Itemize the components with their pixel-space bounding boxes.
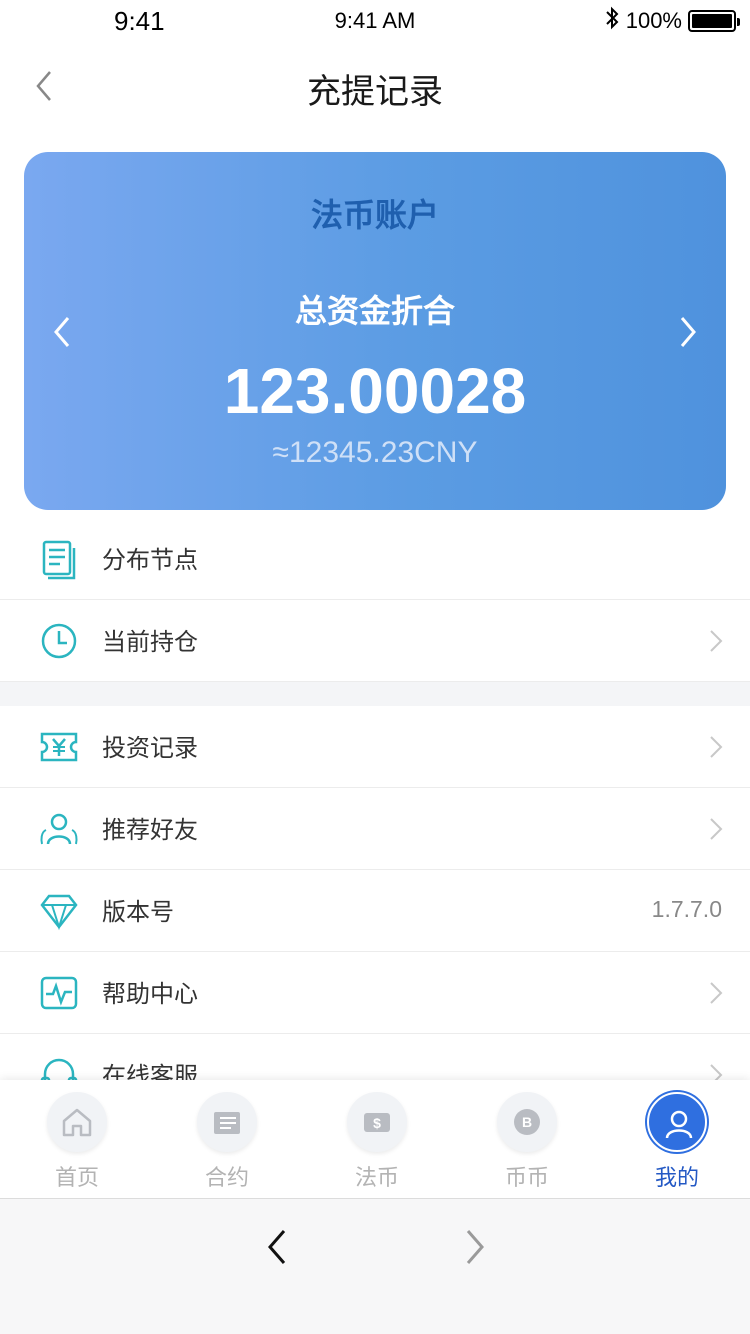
account-card: 法币账户 总资金折合 123.00028 ≈12345.23CNY	[24, 152, 726, 510]
chevron-right-icon	[680, 317, 696, 347]
menu-item-refer-friends[interactable]: 推荐好友	[0, 788, 750, 870]
tab-mine[interactable]: 我的	[602, 1080, 750, 1198]
account-card-title: 法币账户	[310, 196, 439, 234]
browser-forward-button[interactable]	[460, 1227, 490, 1267]
svg-text:B: B	[522, 1114, 532, 1130]
diamond-icon	[40, 894, 78, 931]
home-icon	[62, 1108, 92, 1137]
menu-item-version: 版本号 1.7.7.0	[0, 870, 750, 952]
chevron-right-icon	[710, 982, 723, 1004]
pulse-icon	[40, 976, 78, 1010]
tab-label: 合约	[204, 1166, 249, 1191]
account-card-subtitle: 总资金折合	[294, 292, 455, 330]
bitcoin-icon: B	[514, 1109, 540, 1135]
status-right: 100%	[604, 6, 740, 36]
document-icon	[42, 540, 76, 580]
menu-item-investment-records[interactable]: 投资记录	[0, 706, 750, 788]
menu-item-label: 帮助中心	[102, 980, 198, 1008]
menu-item-current-position[interactable]: 当前持仓	[0, 600, 750, 682]
status-bar: 9:41 9:41 AM 100%	[0, 0, 750, 40]
tab-label: 法币	[354, 1166, 399, 1191]
user-icon	[665, 1110, 693, 1139]
chevron-left-icon	[268, 1230, 286, 1264]
tab-coin[interactable]: B 币币	[452, 1080, 602, 1198]
card-next-button[interactable]	[672, 312, 702, 352]
cny-equivalent: ≈12345.23CNY	[272, 436, 478, 469]
chevron-right-icon	[710, 630, 723, 652]
svg-text:$: $	[373, 1115, 381, 1131]
menu-item-label: 分布节点	[102, 546, 198, 574]
menu-item-label: 当前持仓	[102, 628, 198, 656]
chevron-right-icon	[710, 818, 723, 840]
nav-bar: 充提记录	[0, 40, 750, 132]
tab-contract[interactable]: 合约	[152, 1080, 302, 1198]
chevron-right-icon	[466, 1230, 484, 1264]
tab-fiat[interactable]: $ 法币	[302, 1080, 452, 1198]
section-divider	[0, 682, 750, 706]
yuan-ticket-icon	[40, 732, 78, 762]
version-value: 1.7.7.0	[651, 896, 722, 922]
browser-back-button[interactable]	[262, 1227, 292, 1267]
contract-icon	[214, 1112, 240, 1134]
battery-icon	[688, 10, 740, 32]
tab-home[interactable]: 首页	[2, 1080, 152, 1198]
chevron-right-icon	[710, 736, 723, 758]
browser-toolbar	[0, 1198, 750, 1334]
menu-item-label: 推荐好友	[102, 816, 198, 844]
total-amount: 123.00028	[223, 355, 527, 427]
friends-icon	[40, 813, 78, 845]
menu-item-distribution-nodes[interactable]: 分布节点	[0, 518, 750, 600]
tab-label: 首页	[54, 1166, 99, 1191]
tab-label: 我的	[654, 1166, 699, 1191]
dollar-icon: $	[364, 1113, 390, 1132]
battery-percent: 100%	[625, 8, 682, 33]
tab-bar: 首页 合约 $ 法币 B 币币 我的	[0, 1080, 750, 1198]
bluetooth-icon	[604, 6, 620, 36]
menu-item-label: 投资记录	[102, 734, 198, 762]
menu-item-label: 版本号	[102, 898, 174, 926]
menu-item-help-center[interactable]: 帮助中心	[0, 952, 750, 1034]
clock-icon	[41, 623, 77, 659]
page-title: 充提记录	[307, 72, 443, 112]
tab-label: 币币	[504, 1166, 549, 1191]
